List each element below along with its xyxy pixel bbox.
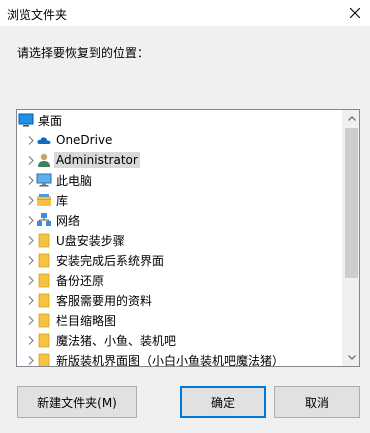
folder-icon — [36, 292, 52, 308]
folder-icon — [36, 252, 52, 268]
expand-chevron-icon[interactable] — [26, 195, 36, 205]
computer-icon — [36, 172, 52, 188]
tree-item-label: 库 — [56, 193, 69, 208]
expand-chevron-icon[interactable] — [26, 275, 36, 285]
tree-item-label: 客服需要用的资料 — [56, 293, 153, 308]
expand-chevron-icon[interactable] — [26, 295, 36, 305]
chevron-up-icon — [347, 116, 356, 121]
tree-item[interactable]: 网络 — [17, 210, 342, 230]
tree-item-label: U盘安装步骤 — [56, 233, 125, 248]
folder-tree[interactable]: 桌面 OneDrive Administrator 此电脑库网络 U盘安装步骤安装完成后… — [16, 109, 360, 367]
tree-item[interactable]: Administrator — [17, 150, 342, 170]
tree-item-label: 网络 — [56, 213, 81, 228]
tree-item[interactable]: OneDrive — [17, 130, 342, 150]
folder-icon — [36, 312, 52, 328]
expand-chevron-icon[interactable] — [26, 175, 36, 185]
onedrive-cloud-icon — [36, 132, 52, 148]
close-button[interactable] — [340, 0, 370, 26]
tree-rows: 桌面 OneDrive Administrator 此电脑库网络 U盘安装步骤安装完成后… — [17, 110, 342, 366]
tree-item-label: 此电脑 — [56, 173, 93, 188]
tree-item[interactable]: 栏目缩略图 — [17, 310, 342, 330]
title-bar: 浏览文件夹 — [0, 0, 370, 26]
desktop-icon — [18, 112, 34, 128]
scroll-down-button[interactable] — [343, 349, 359, 366]
new-folder-button[interactable]: 新建文件夹(M) — [17, 386, 137, 418]
scroll-up-button[interactable] — [343, 110, 359, 127]
tree-item[interactable]: 库 — [17, 190, 342, 210]
tree-item[interactable]: 此电脑 — [17, 170, 342, 190]
tree-item-label: 栏目缩略图 — [56, 313, 117, 328]
folder-icon — [36, 332, 52, 348]
tree-item[interactable]: 新版装机界面图（小白小鱼装机吧魔法猪） — [17, 350, 342, 367]
expand-chevron-icon[interactable] — [26, 255, 36, 265]
library-icon — [36, 192, 52, 208]
network-icon — [36, 212, 52, 228]
tree-item-label: 新版装机界面图（小白小鱼装机吧魔法猪） — [56, 353, 285, 367]
tree-item-label: 魔法猪、小鱼、装机吧 — [56, 333, 177, 348]
tree-item[interactable]: 桌面 — [17, 110, 342, 130]
prompt-label: 请选择要恢复到的位置： — [17, 46, 150, 60]
tree-item-label: Administrator — [54, 152, 140, 168]
tree-item-label: 备份还原 — [56, 273, 105, 288]
close-icon — [350, 8, 360, 18]
folder-icon — [36, 232, 52, 248]
expand-chevron-icon[interactable] — [26, 355, 36, 365]
tree-item[interactable]: 安装完成后系统界面 — [17, 250, 342, 270]
tree-item-label: 桌面 — [38, 113, 63, 128]
chevron-down-icon — [347, 355, 356, 360]
folder-icon — [36, 272, 52, 288]
expand-chevron-icon[interactable] — [26, 335, 36, 345]
tree-item[interactable]: 魔法猪、小鱼、装机吧 — [17, 330, 342, 350]
expand-chevron-icon[interactable] — [26, 215, 36, 225]
ok-button[interactable]: 确定 — [180, 386, 266, 418]
expand-chevron-icon[interactable] — [26, 315, 36, 325]
vertical-scrollbar[interactable] — [342, 110, 359, 366]
tree-item[interactable]: 客服需要用的资料 — [17, 290, 342, 310]
tree-item-label: OneDrive — [56, 133, 113, 147]
tree-item-label: 安装完成后系统界面 — [56, 253, 165, 268]
expand-chevron-icon[interactable] — [26, 135, 36, 145]
expand-chevron-icon[interactable] — [26, 235, 36, 245]
user-icon — [36, 152, 52, 168]
window-title: 浏览文件夹 — [7, 8, 68, 22]
cancel-button[interactable]: 取消 — [274, 386, 360, 418]
folder-icon — [36, 352, 52, 366]
expand-chevron-icon[interactable] — [26, 155, 36, 165]
tree-item[interactable]: U盘安装步骤 — [17, 230, 342, 250]
tree-item[interactable]: 备份还原 — [17, 270, 342, 290]
scrollbar-thumb[interactable] — [345, 128, 358, 278]
